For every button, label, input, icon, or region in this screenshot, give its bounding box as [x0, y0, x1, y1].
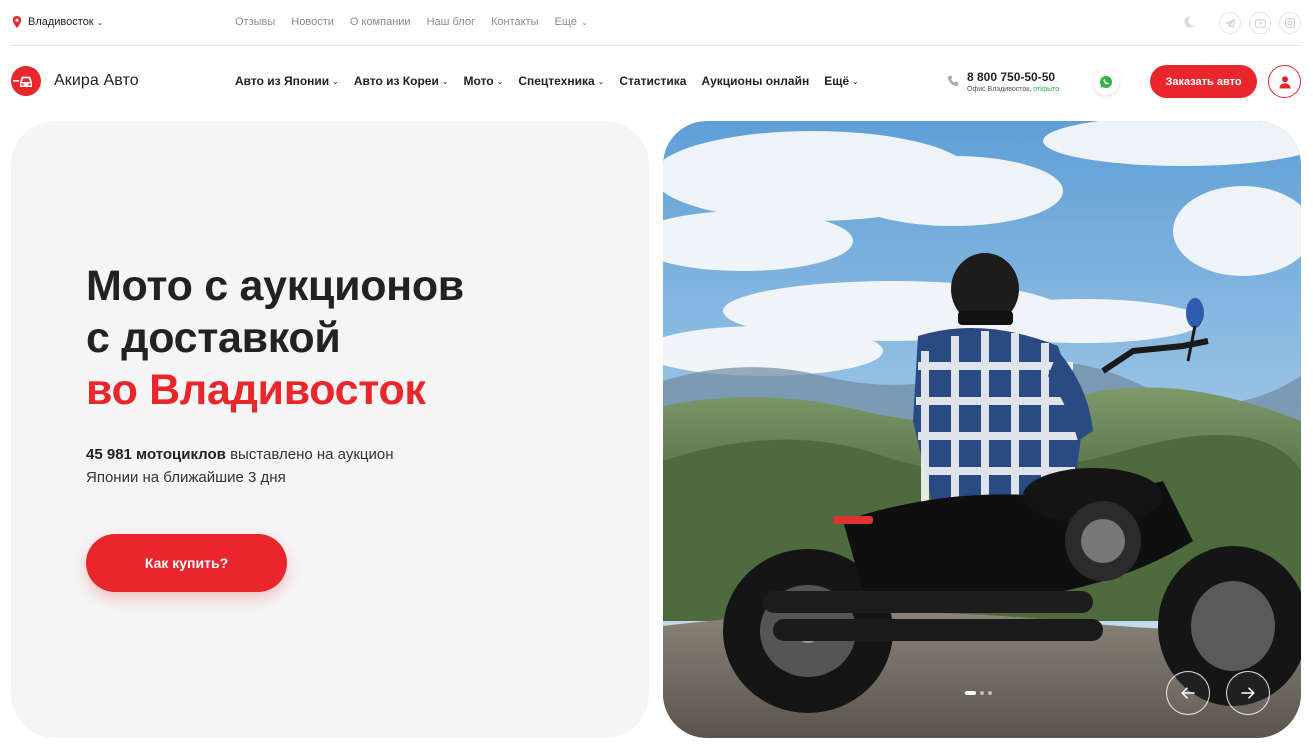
- hero-title: Мото с аукционов с доставкой во Владивос…: [86, 260, 464, 416]
- instagram-icon[interactable]: [1279, 12, 1301, 34]
- nav-statistics[interactable]: Статистика: [619, 74, 686, 88]
- nav-label: Мото: [463, 74, 494, 88]
- top-bar: Владивосток ⌄ Отзывы Новости О компании …: [0, 0, 1313, 46]
- link-news[interactable]: Новости: [291, 16, 334, 28]
- nav-special-equipment[interactable]: Спецтехника ⌄: [518, 74, 604, 88]
- youtube-icon[interactable]: [1249, 12, 1271, 34]
- logo-car-icon: [11, 66, 41, 96]
- office-open-status: открыто: [1033, 86, 1060, 93]
- slider-dot-active[interactable]: [965, 691, 976, 695]
- user-icon: [1279, 75, 1290, 88]
- link-more[interactable]: Еще ⌄: [555, 16, 588, 28]
- slider-dot[interactable]: [980, 691, 984, 695]
- hero-title-line-1: Мото с аукционов: [86, 262, 464, 310]
- hero-title-line-2: с доставкой: [86, 314, 341, 362]
- hero-title-line-3: во Владивосток: [86, 366, 426, 414]
- desc-part-1: выставлено на аукцион: [225, 446, 394, 463]
- slider-dots: [965, 691, 992, 695]
- logo-text: Акира Авто: [54, 72, 139, 89]
- link-about[interactable]: О компании: [350, 16, 411, 28]
- city-selector[interactable]: Владивосток ⌄: [12, 16, 103, 28]
- nav-more[interactable]: Ещё ⌄: [824, 74, 859, 88]
- nav-auto-japan[interactable]: Авто из Японии ⌄: [235, 74, 339, 88]
- arrow-left-icon: [1181, 687, 1195, 699]
- link-blog[interactable]: Наш блог: [427, 16, 475, 28]
- hero-description: 45 981 мотоциклов выставлено на аукцион …: [86, 443, 394, 489]
- logo[interactable]: Акира Авто: [11, 66, 139, 96]
- link-contacts[interactable]: Контакты: [491, 16, 539, 28]
- chevron-down-icon: ⌄: [578, 18, 588, 27]
- nav-label: Авто из Кореи: [353, 74, 439, 88]
- moto-count: 45 981 мотоциклов: [86, 446, 226, 463]
- arrow-right-icon: [1241, 687, 1255, 699]
- main-nav: Авто из Японии ⌄ Авто из Кореи ⌄ Мото ⌄ Спе…: [235, 74, 874, 88]
- telegram-icon[interactable]: [1219, 12, 1241, 34]
- chevron-down-icon: ⌄: [96, 17, 104, 27]
- nav-label: Авто из Японии: [235, 74, 330, 88]
- office-status: Офис Владивосток, открыто: [967, 86, 1059, 93]
- top-links: Отзывы Новости О компании Наш блог Конта…: [235, 16, 604, 28]
- slider-next-button[interactable]: [1226, 671, 1270, 715]
- moon-icon[interactable]: [1182, 15, 1196, 29]
- nav-label: Статистика: [619, 74, 687, 88]
- desc-part-2: Японии на ближайшие 3 дня: [86, 469, 286, 486]
- main-header: Акира Авто Авто из Японии ⌄ Авто из Кореи…: [0, 46, 1313, 118]
- nav-label: Ещё: [824, 74, 850, 88]
- slider-dot[interactable]: [988, 691, 992, 695]
- motorcycle-rider-image: [663, 121, 1301, 738]
- chevron-down-icon: ⌄: [496, 76, 504, 86]
- chevron-down-icon: ⌄: [852, 76, 859, 86]
- link-reviews[interactable]: Отзывы: [235, 16, 275, 28]
- hero-panel: Мото с аукционов с доставкой во Владивос…: [11, 121, 649, 738]
- office-label: Офис Владивосток,: [967, 86, 1032, 93]
- nav-auto-korea[interactable]: Авто из Кореи ⌄: [354, 74, 449, 88]
- order-car-button[interactable]: Заказать авто: [1150, 65, 1257, 98]
- chevron-down-icon: ⌄: [597, 76, 605, 86]
- chevron-down-icon: ⌄: [332, 76, 339, 86]
- nav-moto[interactable]: Мото ⌄: [464, 74, 504, 88]
- city-name: Владивосток: [28, 16, 94, 28]
- nav-auctions-online[interactable]: Аукционы онлайн: [701, 74, 809, 88]
- nav-label: Спецтехника: [518, 74, 595, 88]
- phone-number[interactable]: 8 800 750-50-50: [967, 70, 1055, 84]
- chevron-down-icon: ⌄: [441, 76, 449, 86]
- account-button[interactable]: [1268, 65, 1301, 98]
- location-pin-icon: [12, 16, 22, 28]
- whatsapp-icon[interactable]: [1093, 69, 1119, 95]
- how-to-buy-button[interactable]: Как купить?: [86, 534, 287, 592]
- slider-prev-button[interactable]: [1166, 671, 1210, 715]
- more-label: Еще: [554, 16, 577, 28]
- nav-label: Аукционы онлайн: [701, 74, 810, 88]
- hero-slider: [663, 121, 1301, 738]
- phone-icon: [947, 75, 959, 87]
